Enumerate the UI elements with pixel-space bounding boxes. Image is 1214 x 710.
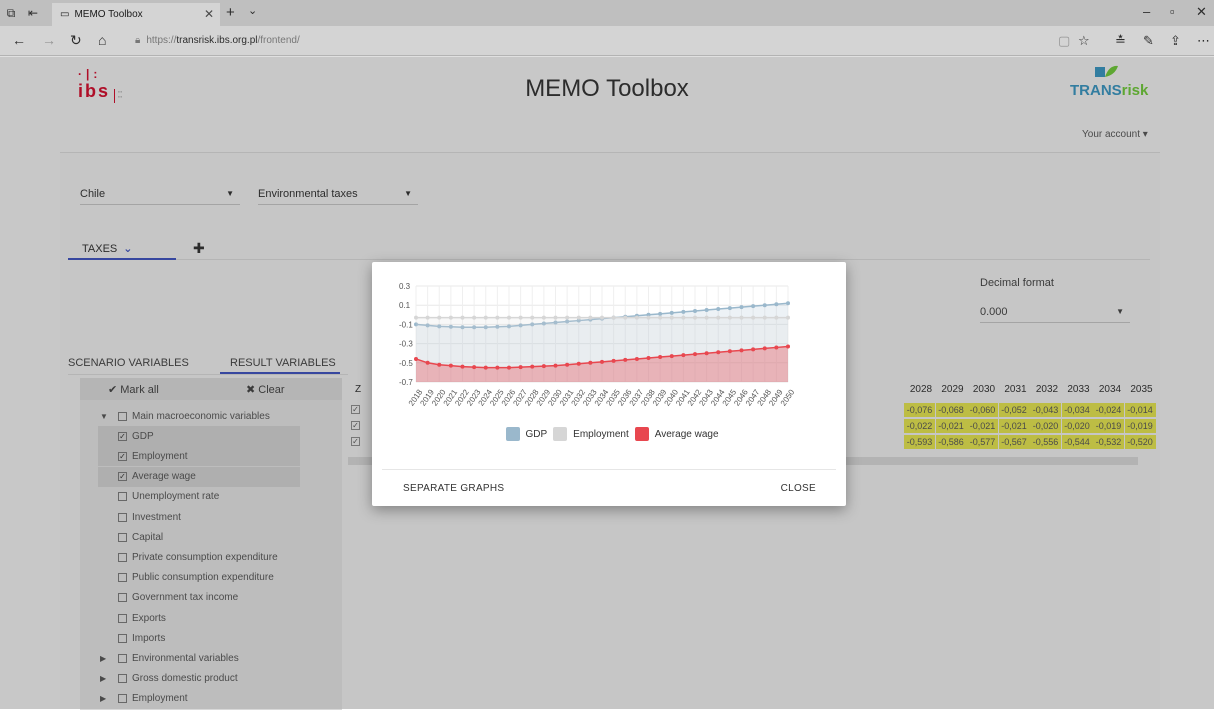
data-point [669, 310, 674, 315]
data-point [483, 315, 488, 320]
data-point [739, 305, 744, 310]
data-point [727, 349, 732, 354]
y-tick-label: -0.3 [399, 340, 413, 349]
data-point [414, 315, 418, 320]
data-point [786, 315, 790, 320]
data-point [716, 307, 721, 312]
combined-chart: 0.30.1-0.1-0.3-0.5-0.7201820192020202120… [399, 282, 797, 408]
data-point [669, 354, 674, 359]
data-point [437, 315, 442, 320]
data-point [786, 301, 790, 306]
data-point [448, 315, 453, 320]
legend-swatch[interactable] [634, 427, 649, 441]
data-point [716, 315, 721, 320]
legend-label[interactable]: GDP [526, 429, 548, 440]
data-point [518, 315, 523, 320]
modal-actions: SEPARATE GRAPHS CLOSE [382, 469, 836, 505]
y-tick-label: -0.7 [399, 378, 413, 387]
data-point [762, 346, 767, 351]
data-point [611, 315, 616, 320]
data-point [553, 315, 558, 320]
data-point [483, 365, 488, 370]
data-point [774, 302, 779, 307]
data-point [762, 315, 767, 320]
data-point [634, 356, 639, 361]
chart-modal: 0.3 0.1 -0.1 -0.3 -0.5 -0.7 2018 2019 2020 2021 20… [372, 262, 846, 506]
data-point [588, 315, 593, 320]
data-point [530, 364, 535, 369]
separate-graphs-button[interactable]: SEPARATE GRAPHS [403, 483, 504, 494]
data-point [751, 347, 756, 352]
data-point [600, 315, 604, 320]
data-point [646, 315, 651, 320]
data-point [472, 365, 477, 370]
data-point [576, 315, 581, 320]
y-tick-label: -0.5 [399, 359, 413, 368]
data-point [658, 311, 663, 316]
y-tick-label: 0.3 [399, 282, 411, 291]
data-point [681, 309, 686, 314]
legend-swatch[interactable] [505, 427, 520, 441]
data-point [774, 345, 779, 350]
data-point [600, 359, 604, 364]
legend-label[interactable]: Average wage [655, 429, 719, 440]
data-point [739, 348, 744, 353]
data-point [658, 315, 663, 320]
data-point [611, 358, 616, 363]
data-point [565, 362, 570, 367]
data-point [588, 360, 593, 365]
data-point [565, 315, 570, 320]
data-point [414, 356, 418, 361]
data-point [762, 303, 767, 308]
data-point [623, 357, 628, 362]
close-button[interactable]: CLOSE [781, 483, 816, 494]
y-tick-label: -0.1 [399, 320, 413, 329]
y-tick-label: 0.1 [399, 301, 411, 310]
data-point [634, 315, 639, 320]
data-point [681, 315, 686, 320]
data-point [739, 315, 744, 320]
data-point [704, 351, 709, 356]
data-point [541, 315, 546, 320]
x-tick-label: 2050 [779, 387, 797, 407]
legend-label[interactable]: Employment [573, 429, 629, 440]
data-point [448, 363, 453, 368]
data-point [774, 315, 779, 320]
data-point [751, 304, 756, 309]
data-point [495, 365, 500, 370]
data-point [553, 363, 558, 368]
data-point [623, 315, 628, 320]
data-point [693, 315, 697, 320]
data-point [669, 315, 674, 320]
data-point [681, 353, 686, 358]
data-point [646, 356, 651, 360]
data-point [704, 308, 709, 312]
data-point [727, 315, 732, 320]
data-point [751, 315, 756, 320]
data-point [576, 361, 581, 366]
data-point [518, 365, 523, 370]
data-point [541, 364, 546, 369]
data-point [460, 364, 465, 369]
data-point [704, 315, 709, 320]
data-point [693, 352, 697, 357]
data-point [425, 315, 430, 320]
legend-swatch[interactable] [553, 427, 568, 441]
data-point [425, 360, 430, 365]
data-point [460, 315, 465, 320]
data-point [727, 306, 732, 311]
data-point [530, 315, 535, 320]
data-point [786, 344, 790, 349]
data-point [507, 365, 511, 370]
chart-legend: GDP Employment Average wage [372, 427, 846, 441]
data-point [507, 315, 511, 320]
data-point [693, 308, 697, 313]
data-point [658, 355, 663, 360]
data-point [437, 362, 442, 367]
data-point [472, 315, 477, 320]
data-point [495, 315, 500, 320]
data-point [716, 350, 721, 355]
